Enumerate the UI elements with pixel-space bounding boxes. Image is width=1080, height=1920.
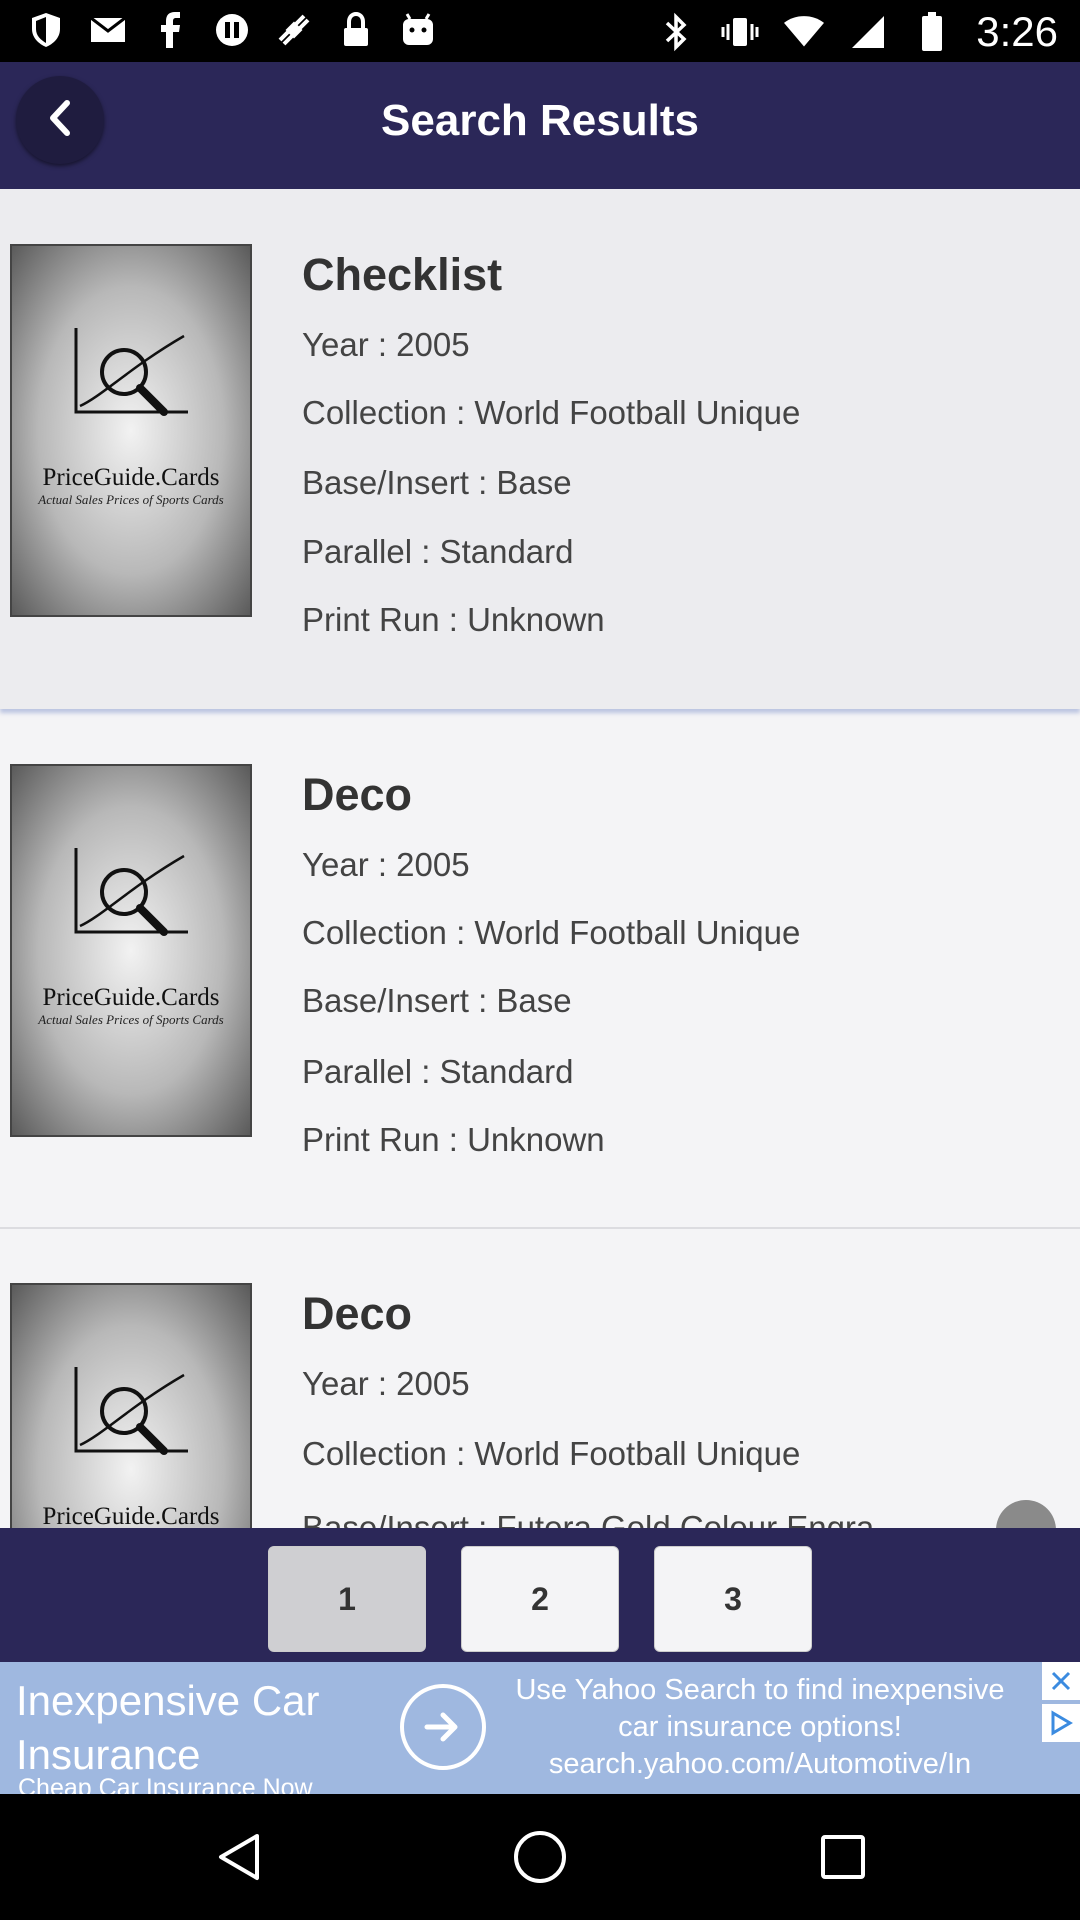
pagination-bar: 1 2 3: [0, 1528, 1080, 1662]
thumbnail-tagline: Actual Sales Prices of Sports Cards: [38, 1012, 224, 1027]
card-print-run: Print Run : Unknown: [302, 1121, 605, 1158]
status-bar-right-icons: 3:26: [656, 8, 1058, 56]
satellite-icon: [274, 10, 314, 50]
back-triangle-icon[interactable]: [204, 1822, 274, 1892]
status-time: 3:26: [976, 8, 1058, 55]
status-bar-left-icons: [26, 10, 438, 50]
ad-headline[interactable]: Inexpensive Car Insurance: [16, 1674, 396, 1782]
thumbnail-tagline: Actual Sales Prices of Sports Cards: [38, 492, 224, 507]
ad-subline[interactable]: Cheap Car Insurance Now: [18, 1774, 313, 1794]
signal-icon: [848, 12, 888, 52]
mail-icon: [88, 10, 128, 50]
ad-url: search.yahoo.com/Automotive/In: [548, 1748, 972, 1780]
card-collection: Collection : World Football Unique: [302, 1435, 801, 1472]
shield-icon: [26, 10, 66, 50]
thumbnail-brand: PriceGuide.Cards: [42, 984, 220, 1011]
magnifier-chart-icon: [74, 848, 188, 936]
result-card[interactable]: PriceGuide.Cards Actual Sales Prices of …: [0, 1228, 1080, 1528]
card-collection: Collection : World Football Unique: [302, 914, 801, 951]
card-thumbnail: PriceGuide.Cards Actual Sales Prices of …: [10, 764, 252, 1137]
card-title: Checklist: [302, 249, 503, 300]
card-parallel: Parallel : Standard: [302, 533, 574, 570]
page-button-3[interactable]: 3: [654, 1546, 812, 1652]
home-circle-icon[interactable]: [505, 1822, 575, 1892]
app-bar: Search Results: [0, 62, 1080, 189]
bluetooth-icon: [656, 12, 696, 52]
system-nav-bar: [0, 1794, 1080, 1920]
page-title: Search Results: [381, 96, 699, 145]
vibrate-icon: [720, 12, 760, 52]
card-thumbnail: PriceGuide.Cards Actual Sales Prices of …: [10, 244, 252, 617]
card-parallel: Parallel : Standard: [302, 1053, 574, 1090]
card-collection: Collection : World Football Unique: [302, 394, 801, 431]
wifi-icon: [784, 12, 825, 52]
card-base-insert: Base/Insert : Base: [302, 982, 572, 1019]
recents-square-icon[interactable]: [808, 1822, 878, 1892]
android-icon: [398, 10, 438, 50]
card-year: Year : 2005: [302, 326, 470, 363]
card-base-insert: Base/Insert : Futera Gold Colour Engra..…: [302, 1509, 902, 1528]
card-print-run: Print Run : Unknown: [302, 601, 605, 638]
card-title: Deco: [302, 769, 413, 820]
thumbnail-brand: PriceGuide.Cards: [42, 464, 220, 491]
result-card[interactable]: PriceGuide.Cards Actual Sales Prices of …: [0, 189, 1080, 709]
close-icon[interactable]: [1042, 1662, 1080, 1700]
lock-icon: [336, 10, 376, 50]
ad-body[interactable]: Use Yahoo Search to find inexpensive car…: [500, 1672, 1020, 1783]
card-year: Year : 2005: [302, 846, 470, 883]
card-title: Deco: [302, 1288, 413, 1339]
ad-banner[interactable]: Inexpensive Car Insurance Cheap Car Insu…: [0, 1662, 1080, 1794]
magnifier-chart-icon: [74, 1367, 188, 1455]
magnifier-chart-icon: [74, 328, 188, 416]
ad-body-text: Use Yahoo Search to find inexpensive car…: [515, 1674, 1005, 1743]
page-button-2[interactable]: 2: [461, 1546, 619, 1652]
vpn-icon: [212, 10, 252, 50]
card-base-insert: Base/Insert : Base: [302, 464, 572, 501]
status-bar: 3:26: [0, 0, 1080, 62]
facebook-icon: [150, 10, 190, 50]
arrow-right-icon[interactable]: [400, 1684, 486, 1770]
results-list[interactable]: PriceGuide.Cards Actual Sales Prices of …: [0, 189, 1080, 1528]
card-thumbnail: PriceGuide.Cards Actual Sales Prices of …: [10, 1283, 252, 1528]
adchoices-icon[interactable]: [1042, 1704, 1080, 1742]
thumbnail-brand: PriceGuide.Cards: [42, 1503, 220, 1528]
card-year: Year : 2005: [302, 1365, 470, 1402]
result-card[interactable]: PriceGuide.Cards Actual Sales Prices of …: [0, 709, 1080, 1229]
battery-icon: [912, 12, 952, 52]
page-button-1[interactable]: 1: [268, 1546, 426, 1652]
